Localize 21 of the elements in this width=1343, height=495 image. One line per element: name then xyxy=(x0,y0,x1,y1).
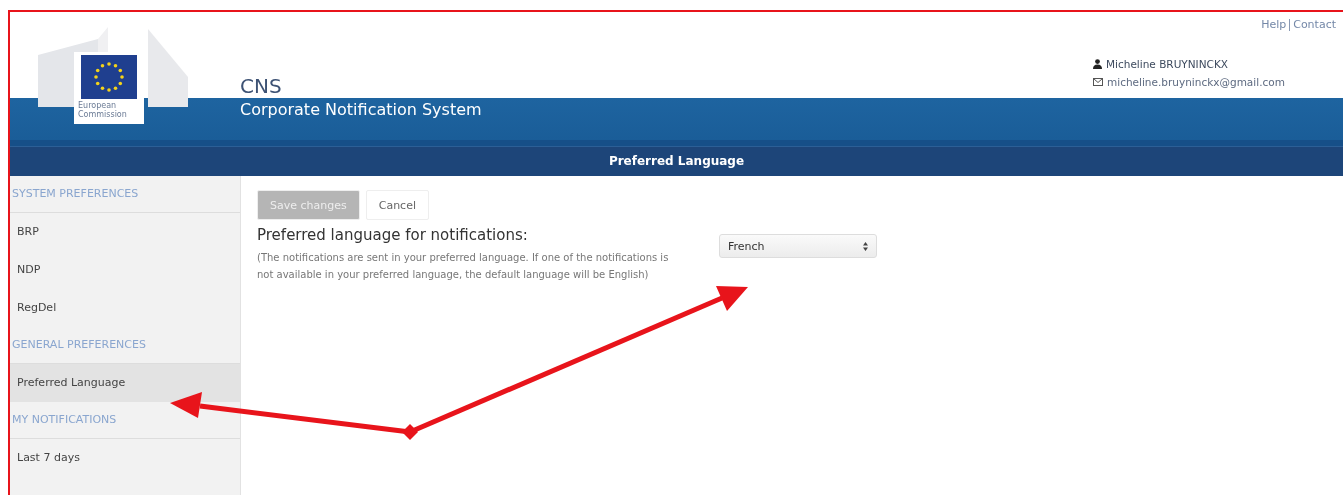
updown-caret-icon xyxy=(863,241,868,251)
cancel-button[interactable]: Cancel xyxy=(365,190,429,220)
user-name: Micheline BRUYNINCKX xyxy=(1106,57,1228,72)
user-email: micheline.bruyninckx@gmail.com xyxy=(1107,75,1285,90)
app-title: CNS xyxy=(240,74,283,98)
setting-label: Preferred language for notifications: xyxy=(257,225,529,246)
person-icon xyxy=(1093,59,1102,69)
setting-help-text: (The notifications are sent in your preferred language. If one of the notifications is not available in your preferred language, the default language will be English) xyxy=(257,251,670,282)
page-title-bar: Preferred Language xyxy=(10,146,1343,176)
envelope-icon xyxy=(1093,78,1103,86)
language-select[interactable]: French xyxy=(719,234,877,258)
sidebar-item[interactable]: NDP xyxy=(10,251,240,289)
header-link[interactable]: Contact xyxy=(1290,18,1339,31)
logo-caption: European Commission xyxy=(77,100,128,121)
sidebar-item[interactable]: Last 7 days xyxy=(10,439,240,477)
sidebar-item[interactable]: RegDel xyxy=(10,289,240,327)
sidebar-item[interactable]: BRP xyxy=(10,213,240,251)
header-link[interactable]: Help xyxy=(1258,18,1290,31)
section-heading: SYSTEM PREFERENCES xyxy=(10,176,240,213)
sidebar-item[interactable]: Preferred Language xyxy=(10,364,240,402)
app-subtitle: Corporate Notification System xyxy=(240,99,483,121)
